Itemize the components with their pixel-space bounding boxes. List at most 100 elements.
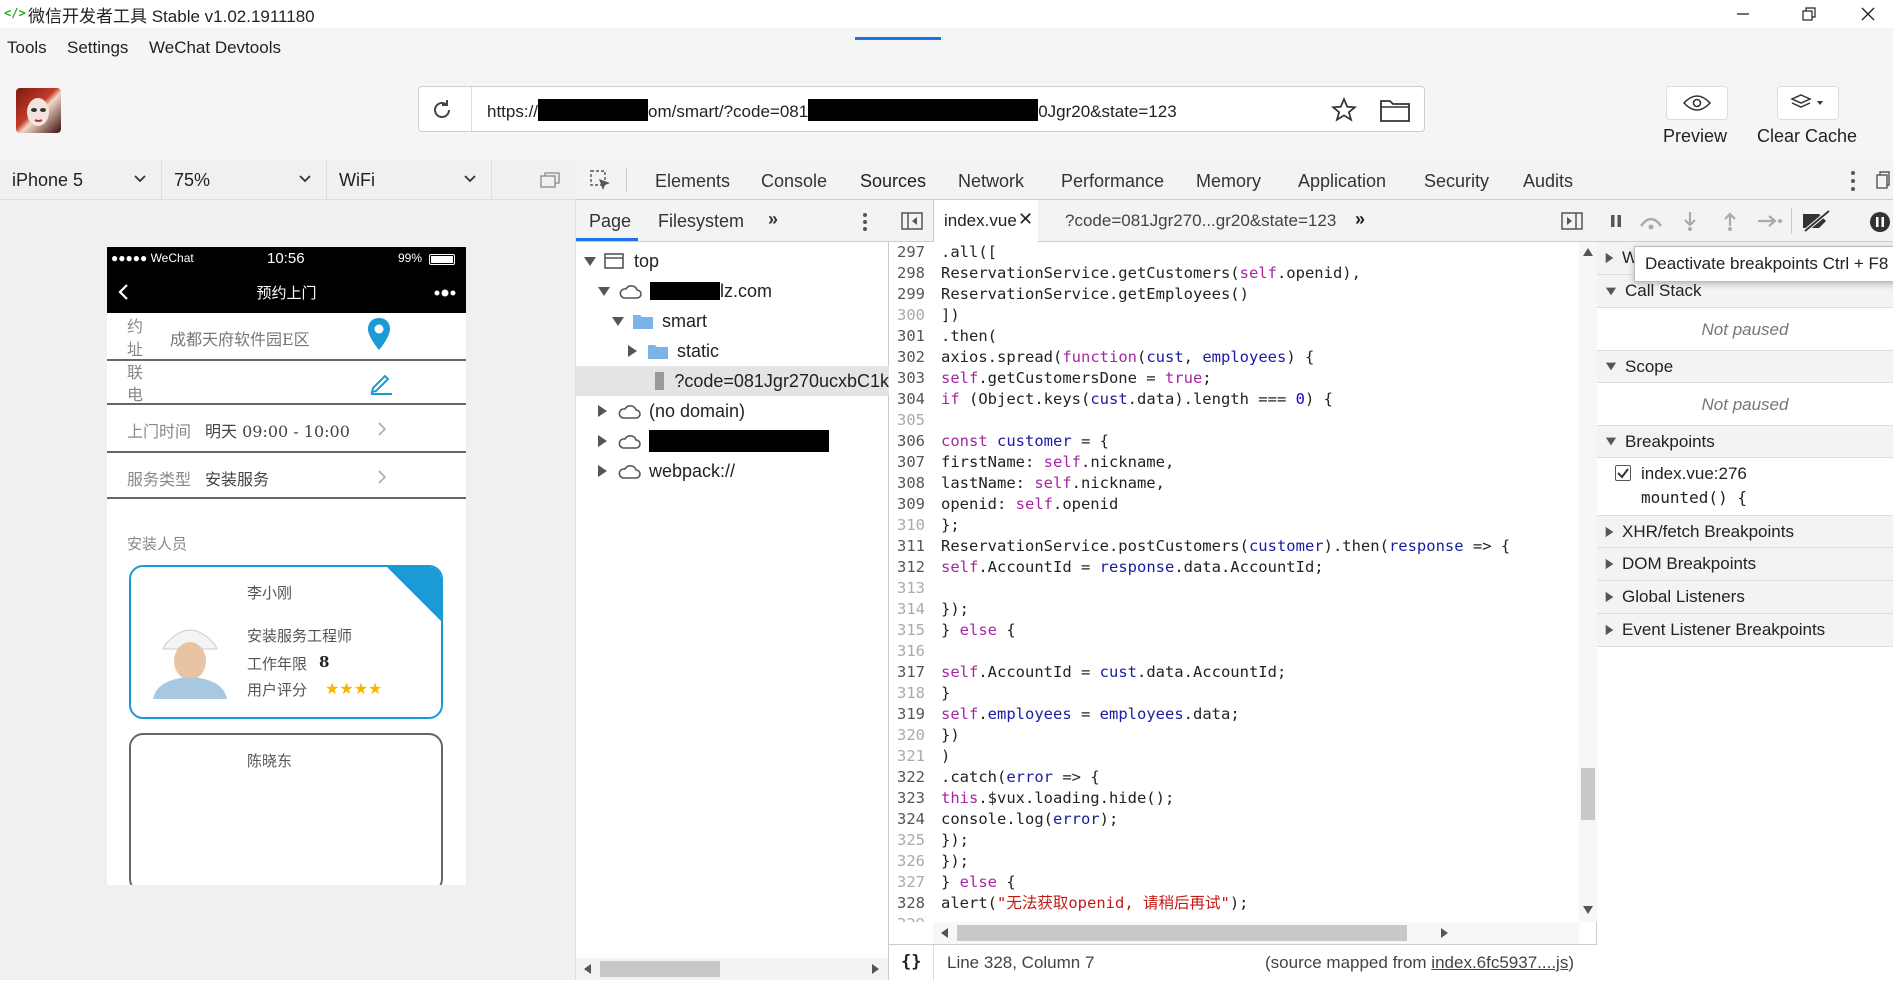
line-number[interactable]: 316 xyxy=(889,641,933,662)
preview-button[interactable] xyxy=(1666,86,1728,120)
code-line[interactable]: 310}; xyxy=(889,515,1579,536)
editor-tab-page[interactable]: ?code=081Jgr270...gr20&state=123 xyxy=(1065,211,1336,231)
detach-window-icon[interactable] xyxy=(540,172,560,188)
code-line[interactable]: 318} xyxy=(889,683,1579,704)
worker-card[interactable]: 李小刚 安装服务工程师 工作年限 8 用户评分 ★★★★ xyxy=(129,565,443,719)
code-line[interactable]: 309 openid: self.openid xyxy=(889,494,1579,515)
global-listeners-section[interactable]: Global Listeners xyxy=(1597,581,1893,614)
source-map-link[interactable]: index.6fc5937....js xyxy=(1431,953,1568,972)
more-vertical-icon[interactable] xyxy=(862,212,868,232)
line-number[interactable]: 300 xyxy=(889,305,933,326)
star-icon[interactable] xyxy=(1331,97,1357,123)
more-vertical-icon[interactable] xyxy=(1850,170,1856,192)
toggle-debugger-icon[interactable] xyxy=(1561,212,1583,230)
line-number[interactable]: 312 xyxy=(889,557,933,578)
address-row[interactable]: 约 址 成都天府软件园E区 xyxy=(107,313,466,361)
code-line[interactable]: 308 lastName: self.nickname, xyxy=(889,473,1579,494)
code-line[interactable]: 327} else { xyxy=(889,872,1579,893)
step-out-icon[interactable] xyxy=(1723,211,1737,231)
code-line[interactable]: 302 axios.spread(function(cust, employees… xyxy=(889,347,1579,368)
scrollbar-thumb[interactable] xyxy=(957,925,1407,941)
clear-cache-label[interactable]: Clear Cache xyxy=(1757,126,1857,147)
restore-button[interactable] xyxy=(1784,0,1834,28)
close-button[interactable] xyxy=(1843,0,1893,28)
line-number[interactable]: 304 xyxy=(889,389,933,410)
tree-item-static[interactable]: static xyxy=(576,336,889,366)
code-line[interactable]: 328 alert("无法获取openid, 请稍后再试"); xyxy=(889,893,1579,914)
clear-cache-button[interactable] xyxy=(1777,86,1839,120)
scroll-right-icon[interactable] xyxy=(872,964,880,974)
step-into-icon[interactable] xyxy=(1683,211,1697,231)
menu-settings[interactable]: Settings xyxy=(67,38,128,58)
tree-item-top[interactable]: top xyxy=(576,246,889,276)
location-pin-icon[interactable] xyxy=(367,317,391,351)
url-text[interactable]: https:// om/smart/?code=081 0Jgr20&state=1… xyxy=(487,99,1177,122)
line-number[interactable]: 308 xyxy=(889,473,933,494)
code-line[interactable]: 311 ReservationService.postCustomers(cust… xyxy=(889,536,1579,557)
code-line[interactable]: 313 xyxy=(889,578,1579,599)
pretty-print-icon[interactable]: {} xyxy=(901,952,921,972)
device-select[interactable]: iPhone 5 xyxy=(0,160,162,200)
scroll-right-icon[interactable] xyxy=(1441,928,1449,938)
line-number[interactable]: 311 xyxy=(889,536,933,557)
code-line[interactable]: 322 .catch(error => { xyxy=(889,767,1579,788)
code-line[interactable]: 312 self.AccountId = response.data.Accoun… xyxy=(889,557,1579,578)
line-number[interactable]: 301 xyxy=(889,326,933,347)
editor-hscrollbar[interactable] xyxy=(933,922,1579,944)
tree-item-smart[interactable]: smart xyxy=(576,306,889,336)
scrollbar-thumb[interactable] xyxy=(600,961,720,977)
breakpoint-checkbox[interactable] xyxy=(1615,465,1631,481)
close-tab-icon[interactable]: ✕ xyxy=(1018,209,1033,230)
scroll-left-icon[interactable] xyxy=(584,964,592,974)
code-lines[interactable]: 297 .all([298 ReservationService.getCustom… xyxy=(889,242,1579,922)
code-line[interactable]: 324 console.log(error); xyxy=(889,809,1579,830)
menu-tools[interactable]: Tools xyxy=(7,38,47,58)
more-tabs-icon[interactable]: » xyxy=(1355,209,1365,230)
tab-application[interactable]: Application xyxy=(1298,171,1386,192)
line-number[interactable]: 306 xyxy=(889,431,933,452)
line-number[interactable]: 323 xyxy=(889,788,933,809)
more-tabs-icon[interactable]: » xyxy=(768,209,778,230)
scroll-left-icon[interactable] xyxy=(941,928,949,938)
line-number[interactable]: 322 xyxy=(889,767,933,788)
tree-item-file[interactable]: ?code=081Jgr270ucxbC1k xyxy=(576,366,889,396)
deactivate-breakpoints-icon[interactable] xyxy=(1801,210,1831,232)
minimize-button[interactable] xyxy=(1718,0,1768,28)
code-line[interactable]: 307 firstName: self.nickname, xyxy=(889,452,1579,473)
line-number[interactable]: 302 xyxy=(889,347,933,368)
folder-icon[interactable] xyxy=(1379,97,1411,123)
code-line[interactable]: 325}); xyxy=(889,830,1579,851)
menu-wechat-devtools[interactable]: WeChat Devtools xyxy=(149,38,281,58)
tree-item-webpack[interactable]: webpack:// xyxy=(576,456,889,486)
navigator-hscrollbar[interactable] xyxy=(576,958,888,980)
edit-pencil-icon[interactable] xyxy=(369,371,393,395)
step-icon[interactable] xyxy=(1757,214,1783,228)
tab-console[interactable]: Console xyxy=(761,171,827,192)
worker-card[interactable]: 陈晓东 xyxy=(129,733,443,885)
xhr-breakpoints-section[interactable]: XHR/fetch Breakpoints xyxy=(1597,515,1893,548)
dock-icon[interactable] xyxy=(1876,171,1890,189)
visit-time-row[interactable]: 上门时间 明天 09:00 - 10:00 xyxy=(107,405,466,453)
tab-sources[interactable]: Sources xyxy=(860,171,926,192)
line-number[interactable]: 309 xyxy=(889,494,933,515)
tree-item-no-domain[interactable]: (no domain) xyxy=(576,396,889,426)
code-line[interactable]: 323 this.$vux.loading.hide(); xyxy=(889,788,1579,809)
code-line[interactable]: 329 xyxy=(889,914,1579,922)
scope-section[interactable]: Scope xyxy=(1597,350,1893,383)
line-number[interactable]: 305 xyxy=(889,410,933,431)
address-bar[interactable]: https:// om/smart/?code=081 0Jgr20&state=1… xyxy=(418,86,1425,132)
line-number[interactable]: 310 xyxy=(889,515,933,536)
pause-icon[interactable] xyxy=(1609,214,1623,228)
tab-memory[interactable]: Memory xyxy=(1196,171,1261,192)
code-line[interactable]: 306 const customer = { xyxy=(889,431,1579,452)
code-line[interactable]: 297 .all([ xyxy=(889,242,1579,263)
code-line[interactable]: 319 self.employees = employees.data; xyxy=(889,704,1579,725)
phone-row[interactable]: 联 电 xyxy=(107,361,466,405)
code-line[interactable]: 321) xyxy=(889,746,1579,767)
tab-filesystem[interactable]: Filesystem xyxy=(658,211,744,232)
more-dots-icon[interactable] xyxy=(433,289,457,297)
line-number[interactable]: 326 xyxy=(889,851,933,872)
line-number[interactable]: 318 xyxy=(889,683,933,704)
pause-on-exceptions-icon[interactable] xyxy=(1869,211,1891,233)
code-line[interactable]: 301 .then( xyxy=(889,326,1579,347)
